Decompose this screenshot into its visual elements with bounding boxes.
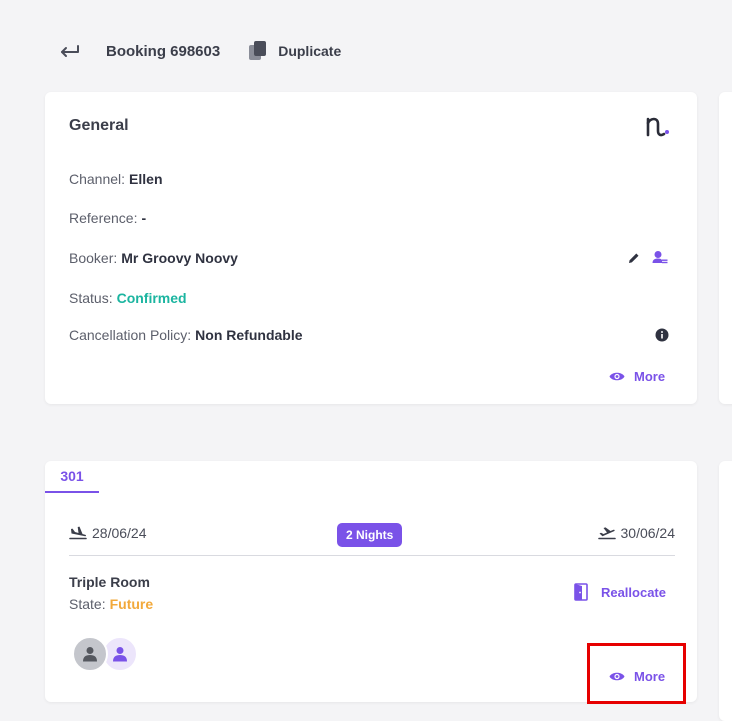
top-bar: Booking 698603 Duplicate <box>56 36 341 66</box>
room-more-button[interactable]: More <box>609 669 665 684</box>
booker-label: Booker: <box>69 250 118 266</box>
status-value: Confirmed <box>116 290 187 306</box>
checkin-date: 28/06/24 <box>69 525 147 541</box>
nights-badge: 2 Nights <box>337 523 403 547</box>
plane-landing-icon <box>69 526 87 540</box>
eye-icon <box>609 372 625 381</box>
booking-title: Booking 698603 <box>106 42 221 60</box>
edit-booker-pencil-icon[interactable] <box>625 249 643 267</box>
eye-icon <box>609 672 625 681</box>
plane-takeoff-icon <box>597 527 616 540</box>
channel-label: Channel: <box>69 171 126 187</box>
copy-icon <box>249 41 267 60</box>
door-icon <box>574 583 588 601</box>
cancellation-policy-label: Cancellation Policy: <box>69 327 192 343</box>
person-icon <box>113 647 127 662</box>
brand-logo-icon <box>646 117 669 137</box>
room-type: Triple Room <box>69 574 150 590</box>
reallocate-label: Reallocate <box>600 584 666 600</box>
checkin-date-text: 28/06/24 <box>92 525 147 541</box>
tab-room-301[interactable]: 301 <box>45 461 99 493</box>
general-more-label: More <box>634 369 666 384</box>
general-card: General Channel: Ellen Reference: - Book… <box>45 92 697 404</box>
booker-field: Booker: Mr Groovy Noovy <box>69 250 238 266</box>
booker-value: Mr Groovy Noovy <box>121 250 238 266</box>
reference-field: Reference: - <box>69 210 146 226</box>
duplicate-button[interactable]: Duplicate <box>248 40 341 62</box>
side-card-bottom <box>719 461 732 721</box>
general-title: General <box>69 117 129 134</box>
room-card: 301 28/06/24 2 Nights 30/06/24 Triple Ro… <box>45 461 697 702</box>
status-label: Status: <box>69 290 113 306</box>
room-more-label: More <box>634 669 666 684</box>
status-field: Status: Confirmed <box>69 290 187 306</box>
duplicate-label: Duplicate <box>278 43 342 59</box>
cancellation-info-icon[interactable] <box>653 326 671 344</box>
stay-dates-row: 28/06/24 2 Nights 30/06/24 <box>69 523 675 556</box>
guest-avatar-1[interactable] <box>72 636 108 672</box>
cancellation-policy-field: Cancellation Policy: Non Refundable <box>69 327 303 343</box>
room-state-value: Future <box>109 596 154 612</box>
general-more-button[interactable]: More <box>609 369 665 384</box>
room-state: State: Future <box>69 596 153 612</box>
reference-label: Reference: <box>69 210 138 226</box>
channel-value: Ellen <box>129 171 163 187</box>
checkout-date: 30/06/24 <box>597 525 676 541</box>
room-state-label: State: <box>69 596 106 612</box>
room-tab-bar: 301 <box>45 461 697 493</box>
reference-value: - <box>141 210 147 226</box>
back-arrow-icon[interactable] <box>56 38 82 64</box>
reallocate-button[interactable]: Reallocate <box>574 583 666 601</box>
change-booker-user-swap-icon[interactable] <box>651 248 669 266</box>
cancellation-policy-value: Non Refundable <box>195 327 303 343</box>
checkout-date-text: 30/06/24 <box>620 525 676 541</box>
person-icon <box>83 647 97 662</box>
side-card-top <box>719 92 732 404</box>
channel-field: Channel: Ellen <box>69 171 163 187</box>
